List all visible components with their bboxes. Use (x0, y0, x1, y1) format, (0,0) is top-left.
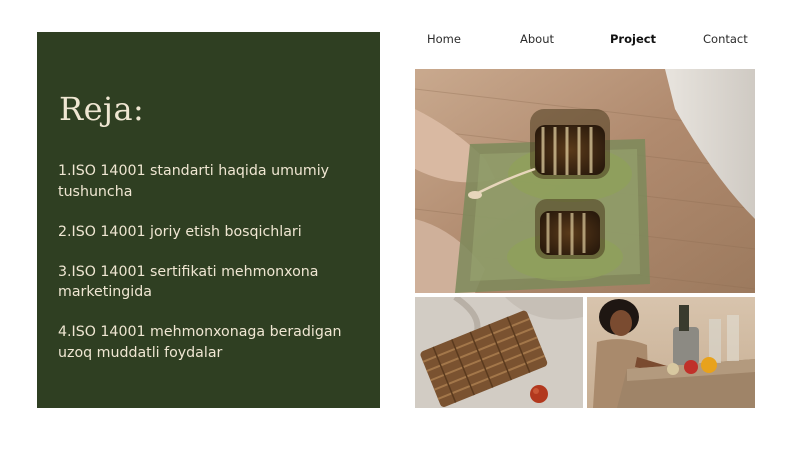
nav-project-link[interactable]: Project (610, 32, 656, 46)
photo-wicker-basket (415, 297, 583, 408)
nav-home-link[interactable]: Home (427, 32, 461, 46)
plan-item-2: 2.ISO 14001 joriy etish bosqichlari (58, 223, 302, 240)
plan-panel: Reja: 1.ISO 14001 standarti haqida umumi… (37, 32, 380, 408)
photo-tea-glasses (415, 69, 755, 293)
plan-item-1: 1.ISO 14001 standarti haqida umumiy tush… (58, 163, 330, 200)
nav-about-link[interactable]: About (520, 32, 554, 46)
plan-item-3: 3.ISO 14001 sertifikati mehmonxona marke… (58, 263, 319, 301)
plan-item-4: 4.ISO 14001 mehmonxonaga beradigan uzoq … (58, 324, 342, 361)
panel-title: Reja: (59, 90, 145, 128)
nav-contact-link[interactable]: Contact (703, 32, 748, 46)
photo-picnic-woman (587, 297, 755, 408)
plan-list: 1.ISO 14001 standarti haqida umumiy tush… (58, 161, 358, 383)
